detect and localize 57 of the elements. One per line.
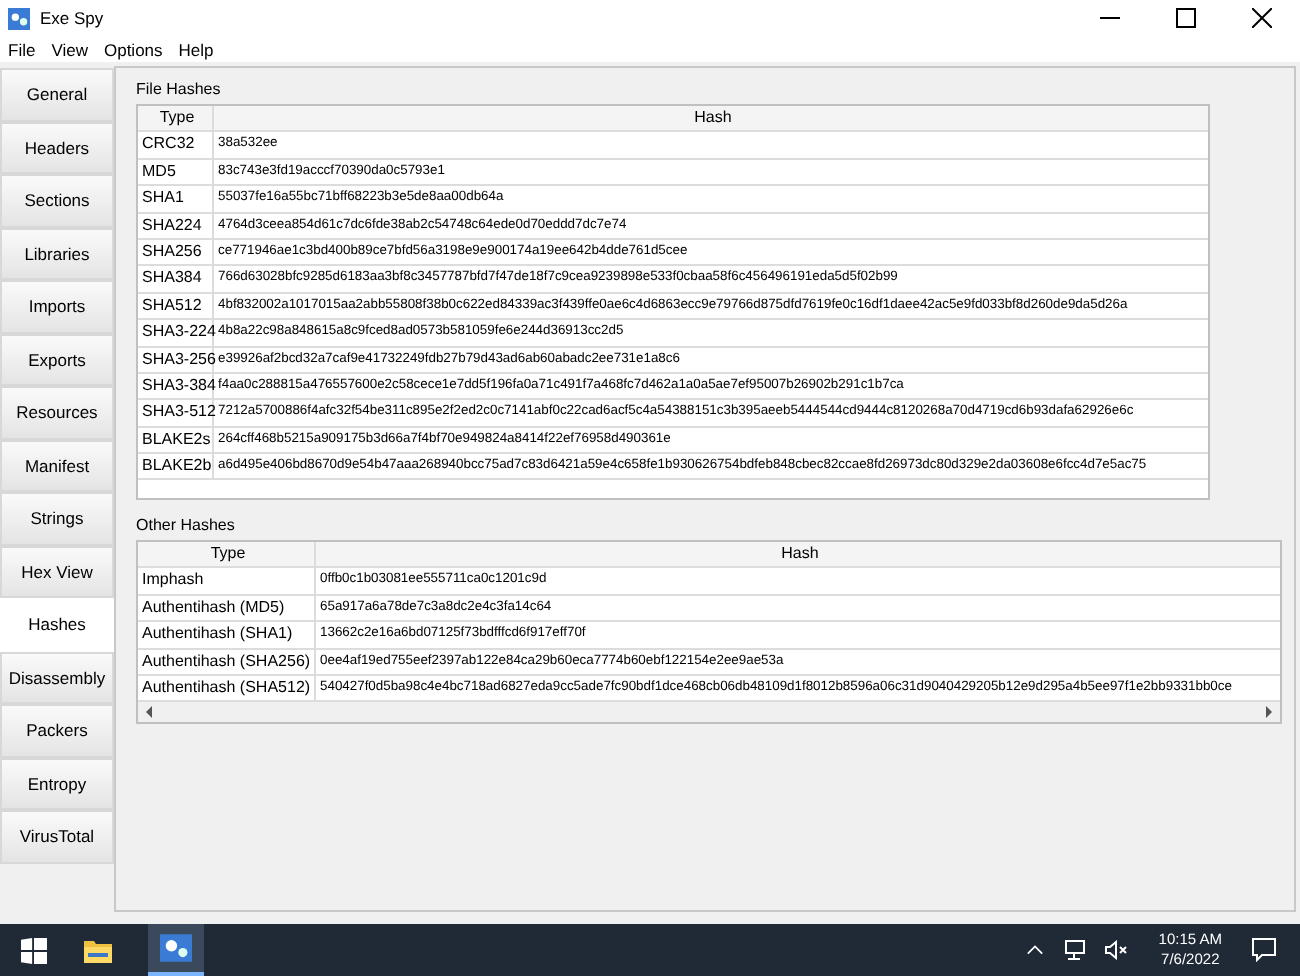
- scroll-left-icon[interactable]: [144, 706, 156, 719]
- sidebar-tab[interactable]: Packers: [0, 704, 114, 757]
- maximize-icon[interactable]: [1176, 8, 1196, 28]
- section-title: Other Hashes: [136, 516, 237, 534]
- network-icon[interactable]: [1062, 940, 1087, 960]
- column-header[interactable]: Type: [138, 542, 316, 567]
- app-icon: [8, 7, 30, 29]
- table-cell: SHA384: [138, 266, 214, 292]
- sidebar-tab[interactable]: Libraries: [0, 227, 114, 280]
- scroll-right-icon[interactable]: [1262, 706, 1274, 719]
- table-cell: Authentihash (SHA512): [138, 675, 316, 701]
- close-icon[interactable]: [1252, 8, 1272, 28]
- sidebar-tab[interactable]: Hashes: [0, 598, 114, 651]
- sidebar-tab[interactable]: Headers: [0, 121, 114, 174]
- table-cell: Authentihash (MD5): [138, 595, 316, 621]
- menu-item[interactable]: File: [8, 39, 36, 59]
- taskbar-app-button[interactable]: [148, 924, 204, 976]
- sidebar-tab[interactable]: Manifest: [0, 439, 114, 492]
- table-cell: SHA3-256: [138, 347, 214, 372]
- table-cell: SHA1: [138, 186, 214, 212]
- table-cell: BLAKE2s: [138, 427, 214, 453]
- table-cell: CRC32: [138, 132, 214, 158]
- windows-start-icon[interactable]: [20, 937, 48, 963]
- notification-icon[interactable]: [1252, 938, 1276, 962]
- sidebar-tab[interactable]: Entropy: [0, 757, 114, 810]
- chevron-up-icon[interactable]: [1026, 944, 1045, 956]
- sidebar-tab[interactable]: Imports: [0, 280, 114, 333]
- table-cell: SHA512: [138, 293, 214, 319]
- sidebar-tab[interactable]: Exports: [0, 333, 114, 386]
- table-cell: SHA256: [138, 239, 214, 265]
- sidebar-tab[interactable]: Sections: [0, 174, 114, 227]
- section-title: File Hashes: [136, 80, 223, 98]
- table-cell: BLAKE2b: [138, 454, 214, 479]
- speaker-muted-icon[interactable]: [1104, 940, 1129, 960]
- table-cell: SHA3-512: [138, 400, 214, 426]
- table-cell: SHA3-224: [138, 320, 214, 346]
- menu-item[interactable]: Help: [178, 39, 214, 59]
- menu-item[interactable]: View: [51, 39, 88, 59]
- table-cell: Imphash: [138, 568, 316, 594]
- column-header[interactable]: Hash: [316, 542, 1280, 567]
- app-icon: [160, 934, 192, 962]
- table-cell: MD5: [138, 159, 214, 185]
- table-cell: Authentihash (SHA256): [138, 649, 316, 674]
- column-header[interactable]: Type: [138, 106, 214, 131]
- sidebar-tab[interactable]: General: [0, 68, 114, 121]
- sidebar-tab[interactable]: VirusTotal: [0, 810, 114, 863]
- column-header[interactable]: Hash: [214, 106, 1208, 131]
- sidebar-tab[interactable]: Disassembly: [0, 651, 114, 704]
- window-title: Exe Spy: [40, 8, 104, 28]
- sidebar-tab[interactable]: Strings: [0, 492, 114, 545]
- table-cell: SHA3-384: [138, 373, 214, 399]
- sidebar-tab[interactable]: Hex View: [0, 545, 114, 598]
- sidebar-tab[interactable]: Resources: [0, 386, 114, 439]
- menu-item[interactable]: Options: [103, 39, 163, 59]
- table-cell: Authentihash (SHA1): [138, 622, 316, 648]
- folder-icon[interactable]: [84, 937, 112, 963]
- table-cell: SHA224: [138, 213, 214, 238]
